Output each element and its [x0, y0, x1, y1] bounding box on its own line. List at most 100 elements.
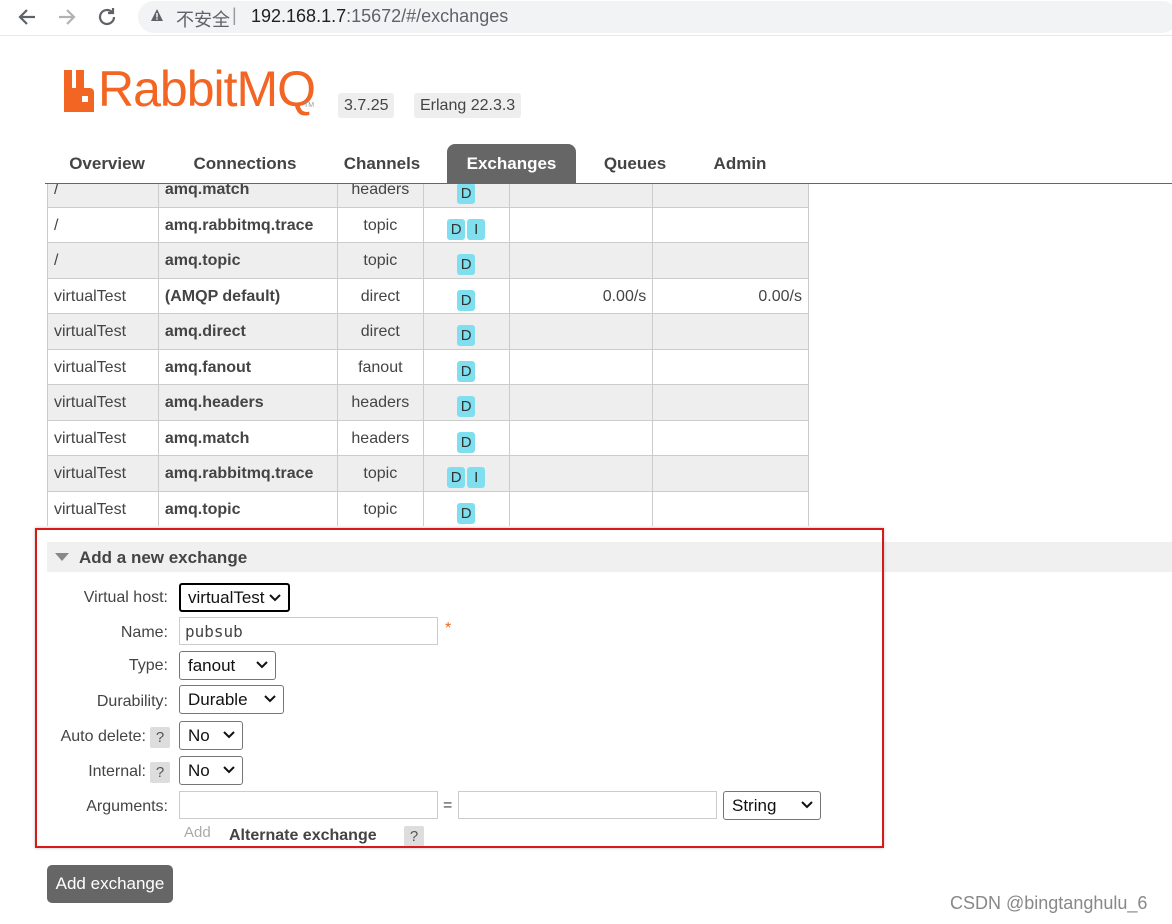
exchanges-table: / amq.match headers D / amq.rabbitmq.trace top… [47, 184, 809, 526]
message-rate-out-cell [652, 313, 809, 350]
exchange-type-cell: headers [336, 419, 424, 456]
exchanges-table-viewport[interactable]: / amq.match headers D / amq.rabbitmq.trace top… [47, 184, 809, 526]
virtual-host-cell: virtualTest [47, 490, 159, 526]
table-row[interactable]: virtualTest amq.topic topic D [47, 490, 809, 526]
durable-badge: D [457, 254, 476, 275]
exchange-type-cell: topic [336, 455, 424, 492]
exchange-name-cell[interactable]: amq.headers [157, 384, 338, 421]
internal-badge: I [467, 467, 486, 488]
virtual-host-cell: virtualTest [47, 419, 159, 456]
message-rate-out-cell [652, 455, 809, 492]
features-cell: D [422, 419, 510, 456]
rabbit-logo-icon [64, 70, 94, 112]
exchange-name-cell[interactable]: amq.direct [157, 313, 338, 350]
message-rate-in-cell [508, 384, 654, 421]
logo-trademark: TM [304, 102, 315, 109]
message-rate-in-cell [508, 313, 654, 350]
virtual-host-cell: / [47, 206, 159, 243]
table-row[interactable]: / amq.topic topic D [47, 242, 809, 279]
message-rate-in-cell [508, 348, 654, 385]
table-row[interactable]: virtualTest (AMQP default) direct D 0.00/s 0.… [47, 277, 809, 314]
features-cell: DI [422, 206, 510, 243]
tab-exchanges[interactable]: Exchanges [447, 144, 576, 183]
exchange-name-cell[interactable]: amq.rabbitmq.trace [157, 455, 338, 492]
message-rate-out-cell [652, 242, 809, 279]
tab-admin[interactable]: Admin [700, 144, 780, 183]
table-row[interactable]: virtualTest amq.match headers D [47, 419, 809, 456]
address-separator: | [232, 5, 237, 25]
message-rate-out-cell [652, 490, 809, 526]
table-row[interactable]: virtualTest amq.rabbitmq.trace topic D I [47, 455, 809, 492]
logo-text: RabbitMQ [98, 61, 316, 117]
features-cell: D [422, 384, 510, 421]
exchange-name-cell[interactable]: amq.match [157, 419, 338, 456]
forward-arrow-icon[interactable] [53, 4, 81, 30]
exchange-type-cell: fanout [336, 348, 424, 385]
features-cell: DI [422, 455, 510, 492]
message-rate-out-cell [652, 206, 809, 243]
durable-badge: D [457, 360, 476, 382]
back-arrow-icon[interactable] [13, 4, 41, 30]
highlight-frame [35, 528, 884, 848]
exchange-type-cell: topic [336, 206, 424, 243]
message-rate-out-cell [652, 184, 809, 208]
durable-badge: D [457, 184, 476, 204]
exchange-name-cell[interactable]: amq.rabbitmq.trace [157, 206, 338, 243]
exchange-name-cell[interactable]: amq.topic [157, 242, 338, 279]
exchange-name-cell[interactable]: amq.fanout [157, 348, 338, 385]
features-cell: D [422, 490, 510, 526]
durable-badge: D [457, 502, 476, 524]
virtual-host-cell: virtualTest [47, 277, 159, 314]
tab-connections[interactable]: Connections [181, 144, 309, 183]
url-path: :15672/#/exchanges [346, 6, 509, 26]
version-badge: 3.7.25 [338, 93, 395, 118]
virtual-host-cell: / [47, 184, 159, 208]
erlang-version-badge: Erlang 22.3.3 [414, 93, 522, 118]
exchange-type-cell: headers [336, 384, 424, 421]
features-cell: D [422, 277, 510, 314]
exchange-type-cell: topic [336, 490, 424, 526]
features-cell: D [422, 184, 510, 208]
features-cell: D [422, 242, 510, 279]
message-rate-in-cell [508, 206, 654, 243]
virtual-host-cell: virtualTest [47, 348, 159, 385]
table-row[interactable]: virtualTest amq.direct direct D [47, 313, 809, 350]
exchange-type-cell: topic [336, 242, 424, 279]
message-rate-out-cell [652, 419, 809, 456]
url-text: 192.168.1.7:15672/#/exchanges [251, 6, 508, 27]
exchange-name-cell[interactable]: (AMQP default) [157, 277, 338, 314]
message-rate-in-cell [508, 242, 654, 279]
warning-icon [151, 9, 163, 21]
virtual-host-cell: / [47, 242, 159, 279]
virtual-host-cell: virtualTest [47, 384, 159, 421]
virtual-host-cell: virtualTest [47, 313, 159, 350]
main-nav-tabs: Overview Connections Channels Exchanges … [45, 144, 1172, 184]
message-rate-out-cell [652, 384, 809, 421]
message-rate-in-cell [508, 455, 654, 492]
add-exchange-button[interactable]: Add exchange [47, 865, 173, 903]
table-row[interactable]: virtualTest amq.headers headers D [47, 384, 809, 421]
durable-badge: D [457, 289, 476, 311]
watermark: CSDN @bingtanghulu_6 [950, 893, 1148, 913]
exchange-name-cell[interactable]: amq.match [157, 184, 338, 208]
message-rate-in-cell [508, 184, 654, 208]
exchange-type-cell: direct [336, 313, 424, 350]
exchange-type-cell: headers [336, 184, 424, 208]
tab-channels[interactable]: Channels [329, 144, 435, 183]
address-bar[interactable]: 不安全 | 192.168.1.7:15672/#/exchanges [138, 1, 1172, 33]
exchange-type-cell: direct [336, 277, 424, 314]
table-row[interactable]: / amq.match headers D [47, 184, 809, 208]
message-rate-in-cell [508, 490, 654, 526]
durable-badge: D [447, 467, 466, 488]
reload-icon[interactable] [93, 4, 121, 30]
exchange-name-cell[interactable]: amq.topic [157, 490, 338, 526]
table-row[interactable]: virtualTest amq.fanout fanout D [47, 348, 809, 385]
internal-badge: I [467, 218, 486, 240]
tab-queues[interactable]: Queues [588, 144, 682, 183]
table-row[interactable]: / amq.rabbitmq.trace topic D I [47, 206, 809, 243]
message-rate-out-cell: 0.00/s [652, 277, 809, 314]
tab-overview[interactable]: Overview [53, 144, 161, 183]
durable-badge: D [457, 396, 476, 417]
virtual-host-cell: virtualTest [47, 455, 159, 492]
message-rate-in-cell: 0.00/s [508, 277, 654, 314]
